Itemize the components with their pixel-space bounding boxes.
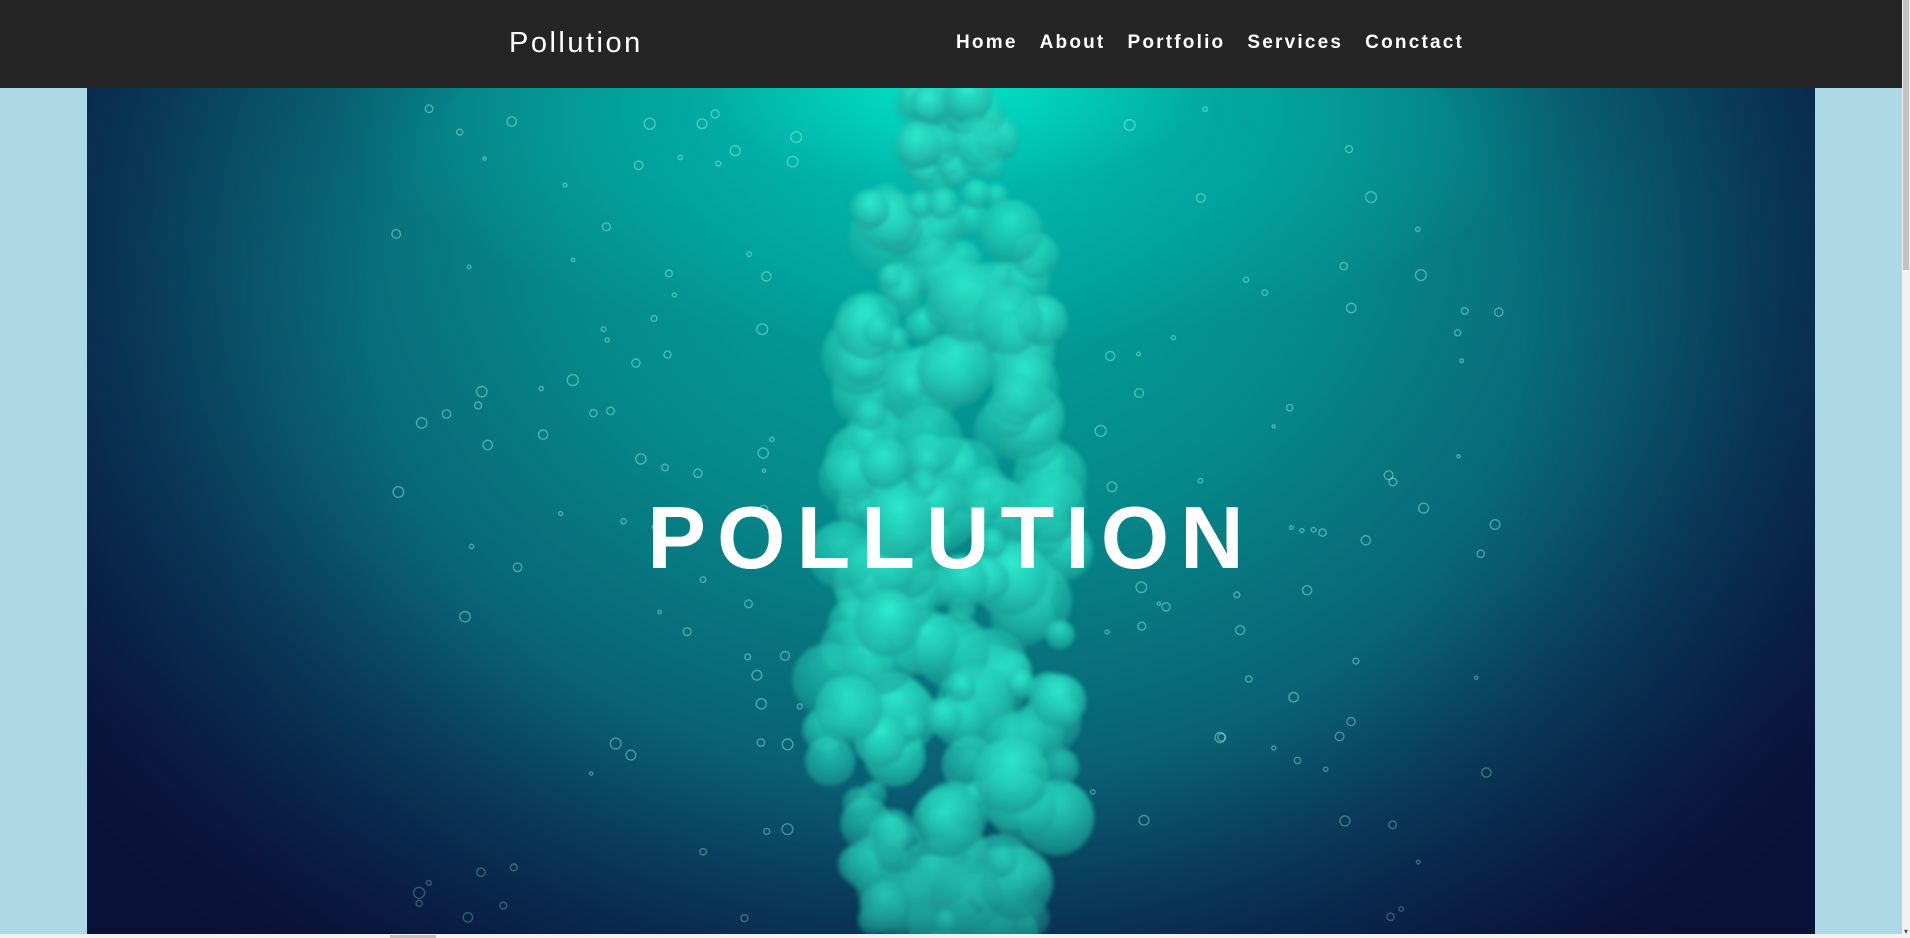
nav-link-about[interactable]: About bbox=[1040, 30, 1106, 56]
hero-title: POLLUTION bbox=[647, 488, 1255, 587]
horizontal-scrollbar[interactable] bbox=[0, 934, 1902, 938]
main-nav: Home About Portfolio Services Conctact bbox=[956, 30, 1486, 56]
nav-link-services[interactable]: Services bbox=[1247, 30, 1343, 56]
nav-link-home[interactable]: Home bbox=[956, 30, 1018, 56]
scroll-down-arrow-icon[interactable]: ▾ bbox=[1902, 926, 1910, 938]
brand-logo-link[interactable]: Pollution bbox=[509, 25, 643, 61]
nav-link-contact[interactable]: Conctact bbox=[1365, 30, 1464, 56]
navbar: Pollution Home About Portfolio Services … bbox=[0, 0, 1902, 88]
page: Pollution Home About Portfolio Services … bbox=[0, 0, 1910, 938]
nav-link-portfolio[interactable]: Portfolio bbox=[1127, 30, 1225, 56]
scrollbar-thumb[interactable] bbox=[1903, 0, 1909, 270]
vertical-scrollbar[interactable]: ▾ bbox=[1902, 0, 1910, 938]
hero-banner: POLLUTION bbox=[87, 88, 1815, 938]
